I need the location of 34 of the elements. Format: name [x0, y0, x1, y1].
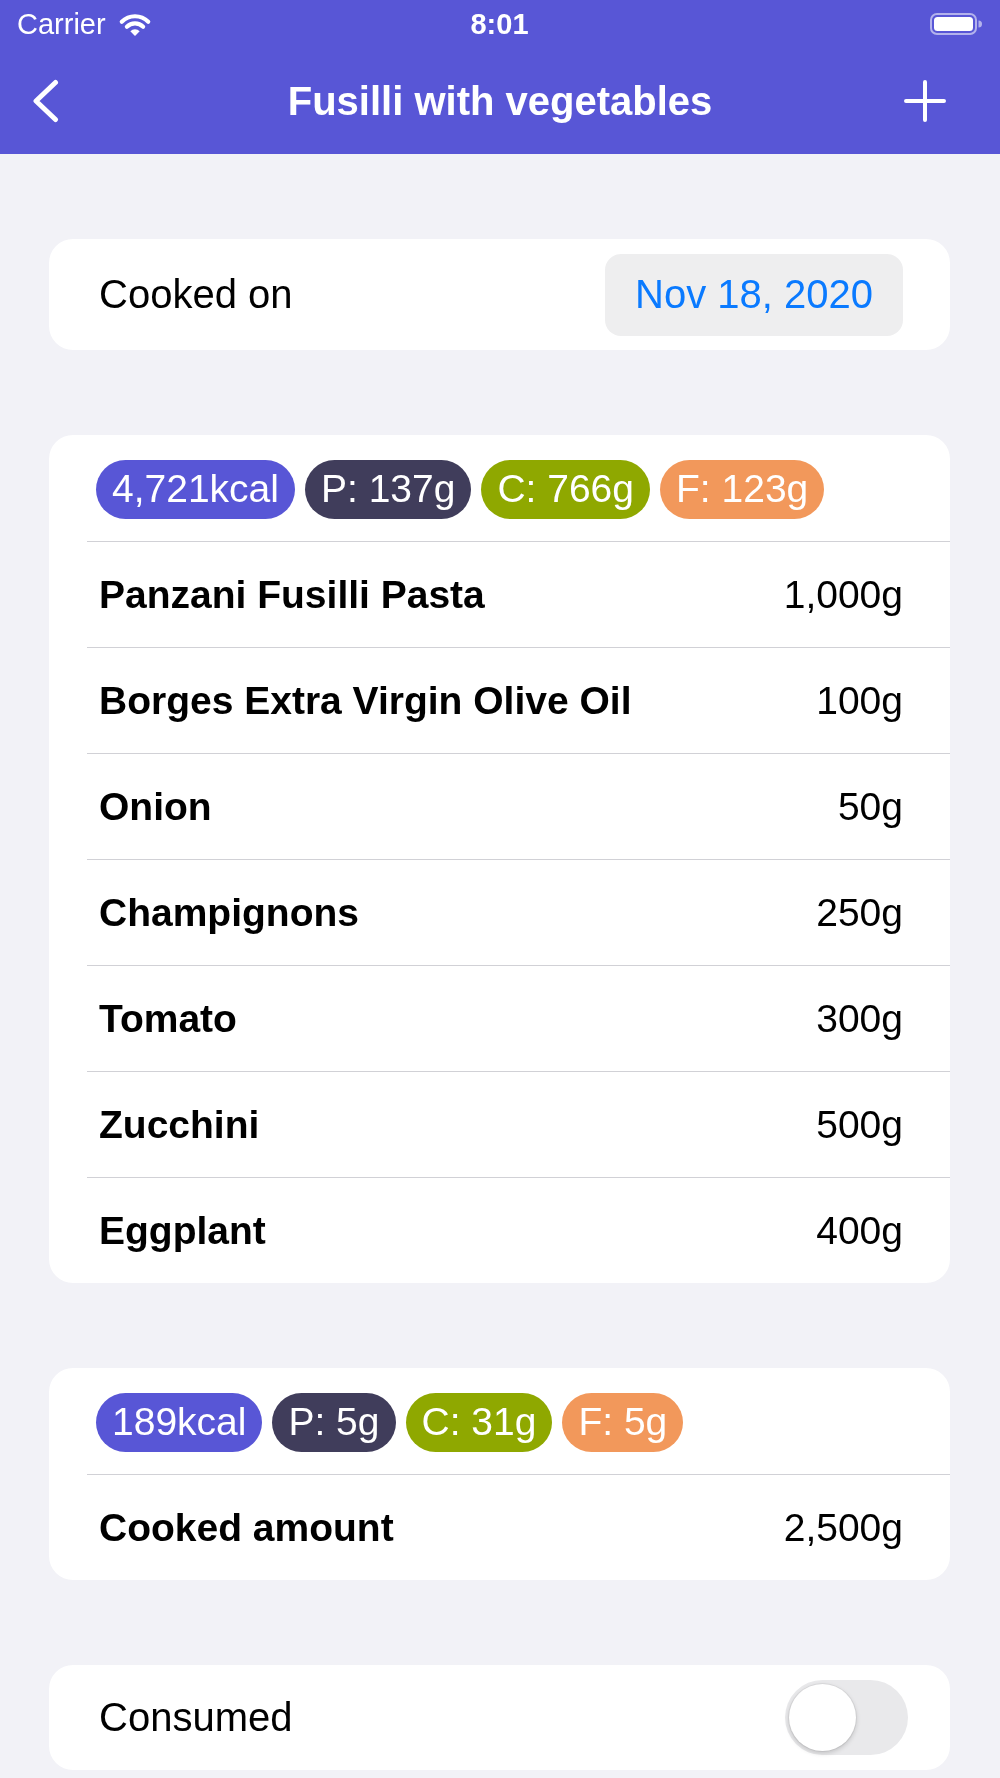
ingredient-amount: 1,000g [783, 572, 903, 617]
screen-title: Fusilli with vegetables [287, 78, 713, 124]
ingredient-name: Eggplant [99, 1208, 266, 1253]
wifi-icon [117, 11, 152, 37]
nutrient-badge: F: 123g [660, 459, 825, 519]
ingredient-amount: 100g [816, 678, 903, 723]
ingredient-name: Onion [99, 784, 212, 829]
date-picker-button[interactable]: Nov 18, 2020 [605, 253, 903, 336]
ingredient-amount: 50g [837, 784, 903, 829]
status-time: 8:01 [470, 7, 529, 41]
carrier-name: Carrier [17, 7, 106, 41]
nutrient-badge: P: 137g [304, 459, 472, 519]
ingredient-amount: 250g [816, 890, 903, 935]
cooked-amount-label: Cooked amount [99, 1505, 394, 1550]
chevron-left-icon [32, 79, 59, 123]
plus-icon [904, 80, 946, 122]
ingredient-name: Zucchini [99, 1102, 260, 1147]
nutrient-badge: C: 31g [405, 1392, 553, 1452]
nutrient-badge: P: 5g [272, 1392, 396, 1452]
nutrient-badge: C: 766g [481, 459, 650, 519]
ingredient-name: Tomato [99, 996, 237, 1041]
ingredient-name: Borges Extra Virgin Olive Oil [99, 678, 632, 723]
nutrient-badge: 189kcal [96, 1392, 263, 1452]
cooked-amount-value: 2,500g [783, 1505, 903, 1550]
ingredient-amount: 300g [816, 996, 903, 1041]
cooked-on-label: Cooked on [99, 272, 293, 317]
ingredient-name: Champignons [99, 890, 359, 935]
ingredient-amount: 500g [816, 1102, 903, 1147]
ingredient-name: Panzani Fusilli Pasta [99, 572, 485, 617]
ingredient-amount: 400g [816, 1208, 903, 1253]
nutrient-badge: 4,721kcal [96, 459, 295, 519]
battery-icon [930, 13, 982, 35]
consumed-label: Consumed [99, 1695, 293, 1740]
nutrient-badge: F: 5g [562, 1392, 684, 1452]
